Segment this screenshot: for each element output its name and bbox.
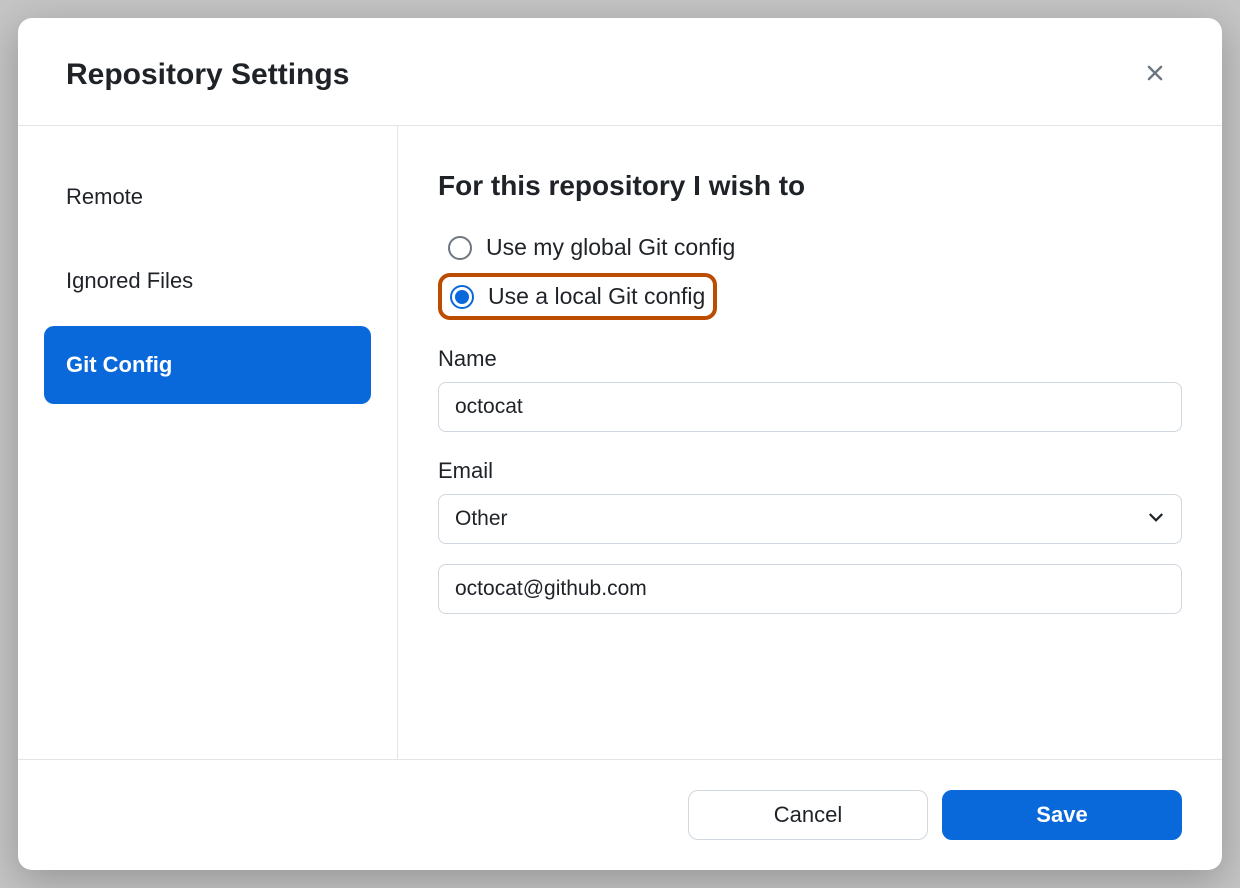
sidebar-item-label: Git Config <box>66 352 172 377</box>
email-label: Email <box>438 458 1182 484</box>
name-input[interactable] <box>438 382 1182 432</box>
repository-settings-dialog: Repository Settings Remote Ignored Files… <box>18 18 1222 870</box>
cancel-button[interactable]: Cancel <box>688 790 928 840</box>
settings-content: For this repository I wish to Use my glo… <box>398 126 1222 759</box>
save-button[interactable]: Save <box>942 790 1182 840</box>
sidebar-item-label: Ignored Files <box>66 268 193 293</box>
email-field-group: Email Other <box>438 458 1182 614</box>
name-label: Name <box>438 346 1182 372</box>
email-select-value: Other <box>455 507 508 530</box>
button-label: Cancel <box>774 802 842 827</box>
radio-icon <box>448 236 472 260</box>
radio-use-local-config[interactable]: Use a local Git config <box>438 273 717 320</box>
name-field-group: Name <box>438 346 1182 432</box>
dialog-title: Repository Settings <box>66 58 349 92</box>
email-select-wrap: Other <box>438 494 1182 544</box>
close-button[interactable] <box>1136 54 1174 95</box>
email-select[interactable]: Other <box>438 494 1182 544</box>
button-label: Save <box>1036 802 1087 827</box>
email-input[interactable] <box>438 564 1182 614</box>
dialog-footer: Cancel Save <box>18 759 1222 870</box>
radio-icon <box>450 285 474 309</box>
section-heading: For this repository I wish to <box>438 170 1182 202</box>
radio-label: Use my global Git config <box>486 234 735 261</box>
radio-use-global-config[interactable]: Use my global Git config <box>438 226 1182 269</box>
close-icon <box>1142 60 1168 89</box>
settings-sidebar: Remote Ignored Files Git Config <box>18 126 398 759</box>
sidebar-item-ignored-files[interactable]: Ignored Files <box>44 242 371 320</box>
dialog-body: Remote Ignored Files Git Config For this… <box>18 126 1222 759</box>
dialog-header: Repository Settings <box>18 18 1222 126</box>
sidebar-item-git-config[interactable]: Git Config <box>44 326 371 404</box>
radio-label: Use a local Git config <box>488 283 705 310</box>
sidebar-item-remote[interactable]: Remote <box>44 158 371 236</box>
sidebar-item-label: Remote <box>66 184 143 209</box>
radio-dot-icon <box>455 290 469 304</box>
